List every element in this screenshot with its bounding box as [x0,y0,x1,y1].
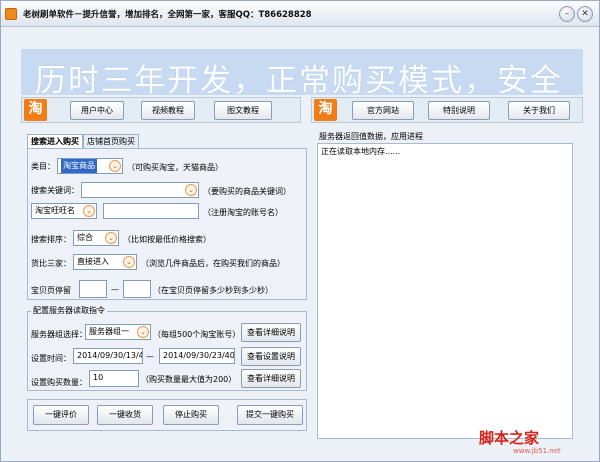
video-tutorial-button[interactable]: 视频教程 [141,101,195,120]
account-type-select[interactable]: 淘宝旺旺名 ⌄ [31,203,97,219]
log-output: 正在读取本地内存...... [317,143,573,439]
stay-hint: （在宝贝页停留多少秒到多少秒） [153,286,273,295]
log-line: 正在读取本地内存...... [321,147,401,156]
watermark-url: www.jb51.net [513,447,561,455]
compare-value: 直接进入 [77,257,109,266]
taobao-logo-icon: 淘 [314,99,337,121]
chevron-down-icon: ⌄ [185,184,197,196]
account-name-input[interactable] [103,203,199,219]
close-button[interactable]: ✕ [577,6,593,22]
keyword-select[interactable]: ⌄ [81,182,199,198]
group-detail-button[interactable]: 查看详细说明 [241,323,301,342]
one-click-review-button[interactable]: 一键评价 [33,405,89,425]
time-label: 设置时间： [31,354,71,363]
special-notes-button[interactable]: 特别说明 [428,101,490,120]
about-us-button[interactable]: 关于我们 [508,101,570,120]
watermark-logo: 脚本之家 [479,429,540,447]
stop-buy-button[interactable]: 停止购买 [163,405,219,425]
category-value: 淘宝商品 [61,159,97,173]
stay-label: 宝贝页停留 [31,286,71,295]
tab-search-buy[interactable]: 搜索进入购买 [27,134,83,148]
category-select[interactable]: 淘宝商品 ⌄ [57,158,123,174]
compare-hint: （浏览几件商品后，在购买我们的商品） [141,259,285,268]
quantity-hint: （购买数量最大值为200） [141,375,237,384]
chevron-down-icon: ⌄ [105,232,117,244]
account-hint: （注册淘宝的账号名） [203,208,283,217]
category-hint: （可购买淘宝，天猫商品） [127,163,223,172]
nav-bar-right: 淘 官方网站 特别说明 关于我们 [311,97,583,123]
keyword-label: 搜索关键词： [31,186,79,195]
server-group-hint: （每组500个淘宝账号） [153,330,241,339]
log-title: 服务器返回值数据，应用进程 [319,132,423,141]
server-group-label: 服务器组选择： [31,330,87,339]
stay-min-input[interactable] [79,280,107,298]
keyword-hint: （要购买的商品关键词） [203,187,291,196]
compare-label: 货比三家： [31,259,71,268]
tab-shop-home-buy[interactable]: 店铺首页购买 [83,134,139,148]
sort-select[interactable]: 综合 ⌄ [73,230,119,246]
category-label: 类目： [31,162,55,171]
quantity-label: 设置购买数量： [31,378,87,387]
sort-label: 搜索排序： [31,235,71,244]
chevron-down-icon: ⌄ [83,205,95,217]
app-window: 老树刷单软件－提升信誉，增加排名，全网第一家，客服QQ：T86628828 – … [0,0,600,462]
server-config-title: 配置服务器读取指令 [31,305,107,316]
user-center-button[interactable]: 用户中心 [70,101,124,120]
time-end-input[interactable]: 2014/09/30/23/40 [159,348,235,364]
quantity-detail-button[interactable]: 查看详细说明 [241,369,301,388]
image-tutorial-button[interactable]: 图文教程 [214,101,272,120]
nav-bar-left: 淘 用户中心 视频教程 图文教程 [21,97,301,123]
server-group-select[interactable]: 服务器组一 ⌄ [85,324,151,340]
taobao-logo-icon: 淘 [24,99,47,121]
minimize-button[interactable]: – [559,6,575,22]
app-icon [5,8,17,20]
chevron-down-icon: ⌄ [137,326,149,338]
compare-select[interactable]: 直接进入 ⌄ [73,254,137,270]
stay-max-input[interactable] [123,280,151,298]
banner-text: 历时三年开发，正常购买模式，安全 [35,63,563,95]
window-title: 老树刷单软件－提升信誉，增加排名，全网第一家，客服QQ：T86628828 [23,10,312,20]
official-site-button[interactable]: 官方网站 [352,101,414,120]
banner: 历时三年开发，正常购买模式，安全 [21,49,583,95]
chevron-down-icon: ⌄ [109,160,121,172]
time-detail-button[interactable]: 查看设置说明 [241,347,301,366]
account-type-value: 淘宝旺旺名 [35,206,75,215]
title-bar: 老树刷单软件－提升信誉，增加排名，全网第一家，客服QQ：T86628828 – … [1,1,599,27]
sort-hint: （比如按最低价格搜索） [123,235,211,244]
one-click-receive-button[interactable]: 一键收货 [97,405,153,425]
server-group-value: 服务器组一 [89,327,129,336]
stay-separator: — [111,285,119,294]
time-start-input[interactable]: 2014/09/30/13/40 [73,348,143,364]
chevron-down-icon: ⌄ [123,256,135,268]
quantity-input[interactable]: 10 [89,370,139,387]
time-separator: — [146,352,154,361]
submit-one-click-buy-button[interactable]: 提交一键购买 [237,405,303,425]
sort-value: 综合 [77,233,93,242]
